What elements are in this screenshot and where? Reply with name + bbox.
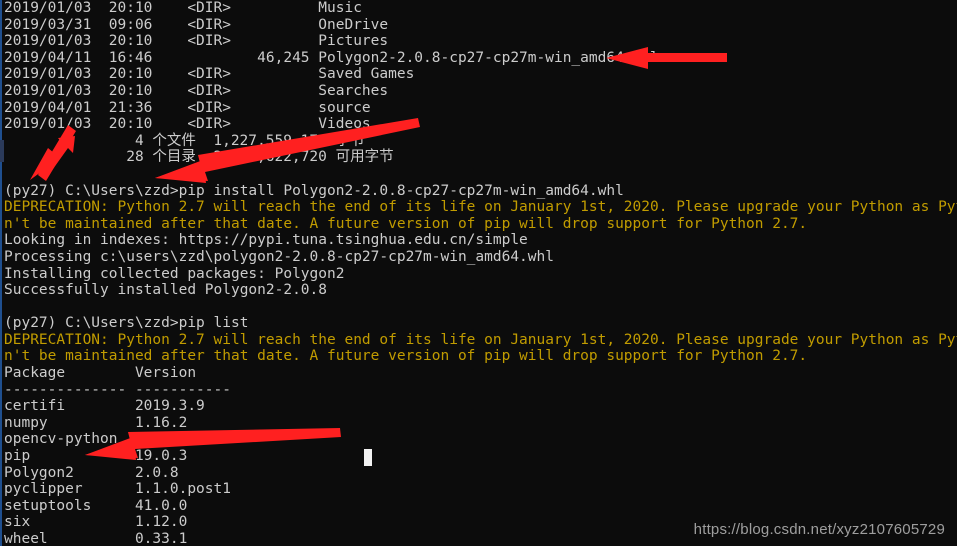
terminal-line: 2019/01/03 20:10 <DIR> Searches xyxy=(4,82,389,99)
terminal-line: Polygon2 2.0.8 xyxy=(4,464,179,481)
terminal-line: 28 个目录 2,980,622,720 可用字节 xyxy=(4,149,394,166)
terminal-line: opencv-python 3.4.4.19 xyxy=(4,431,205,448)
terminal-line: pyclipper 1.1.0.post1 xyxy=(4,481,231,498)
terminal-line: 2019/01/03 20:10 <DIR> Saved Games xyxy=(4,66,415,83)
terminal-line: 2019/04/11 16:46 46,245 Polygon2-2.0.8-c… xyxy=(4,49,659,66)
terminal-line: Package Version xyxy=(4,365,197,382)
terminal-line: 2019/01/03 20:10 <DIR> Music xyxy=(4,0,362,16)
terminal-line: DEPRECATION: Python 2.7 will reach the e… xyxy=(4,331,957,348)
csdn-watermark: https://blog.csdn.net/xyz2107605729 xyxy=(693,521,945,538)
terminal-line: Successfully installed Polygon2-2.0.8 xyxy=(4,282,328,299)
terminal-line: 2019/01/03 20:10 <DIR> Videos xyxy=(4,116,371,133)
terminal-line: 2019/04/01 21:36 <DIR> source xyxy=(4,99,371,116)
terminal-line: 4 个文件 1,227,559,171 字节 xyxy=(4,132,365,149)
terminal-line: Processing c:\users\zzd\polygon2-2.0.8-c… xyxy=(4,248,554,265)
console-window[interactable]: 2019/01/03 20:10 <DIR> Music 2019/03/31 0… xyxy=(0,0,957,546)
window-left-border xyxy=(0,0,4,546)
terminal-line: n't be maintained after that date. A fut… xyxy=(4,348,808,365)
terminal-line: Looking in indexes: https://pypi.tuna.ts… xyxy=(4,232,528,249)
terminal-line: -------------- ----------- xyxy=(4,381,231,398)
terminal-line: pip 19.0.3 xyxy=(4,448,188,465)
terminal-line: (py27) C:\Users\zzd>pip list xyxy=(4,315,249,332)
terminal-line: Installing collected packages: Polygon2 xyxy=(4,265,345,282)
terminal-line: DEPRECATION: Python 2.7 will reach the e… xyxy=(4,199,957,216)
text-cursor xyxy=(364,449,372,466)
terminal-line: 2019/03/31 09:06 <DIR> OneDrive xyxy=(4,16,389,33)
terminal-line: numpy 1.16.2 xyxy=(4,414,188,431)
terminal-line: 2019/01/03 20:10 <DIR> Pictures xyxy=(4,33,389,50)
terminal-output[interactable]: 2019/01/03 20:10 <DIR> Music 2019/03/31 0… xyxy=(4,0,957,546)
terminal-line: (py27) C:\Users\zzd>pip install Polygon2… xyxy=(4,182,624,199)
terminal-line: setuptools 41.0.0 xyxy=(4,497,188,514)
terminal-line: n't be maintained after that date. A fut… xyxy=(4,215,808,232)
scrollbar-thumb[interactable] xyxy=(0,140,4,162)
terminal-line: certifi 2019.3.9 xyxy=(4,398,205,415)
